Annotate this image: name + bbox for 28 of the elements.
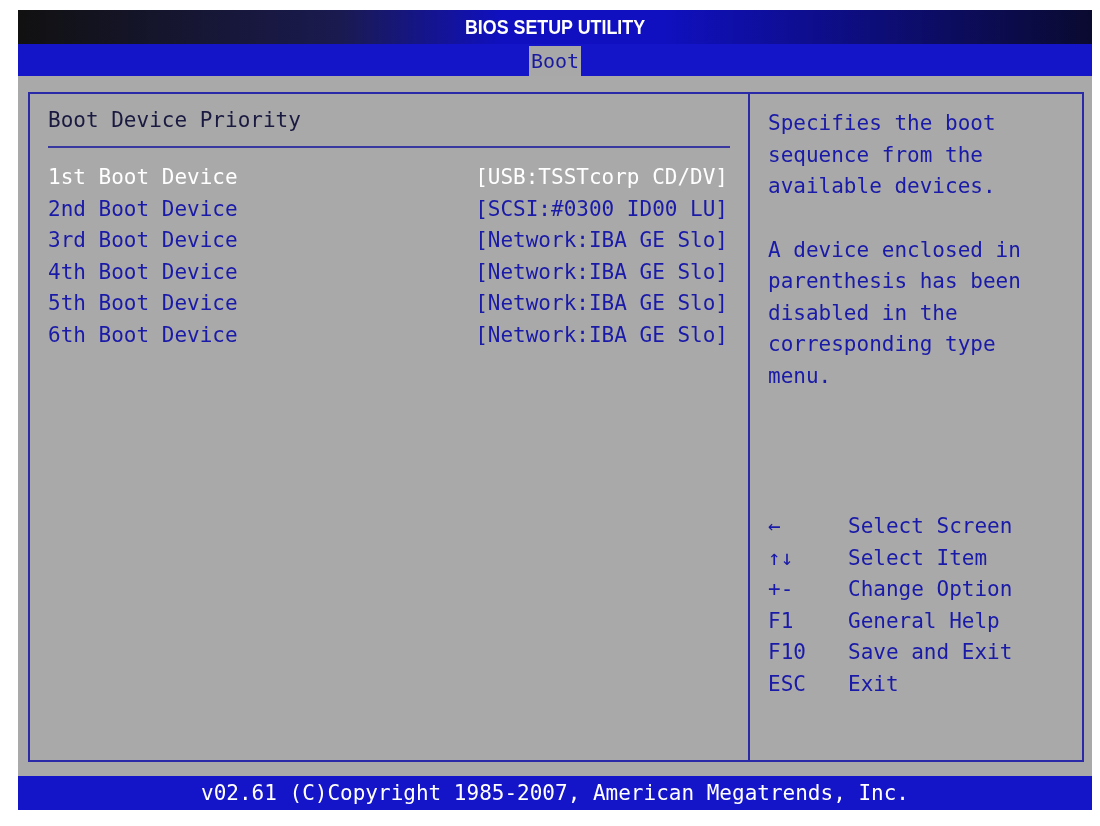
menu-item[interactable]: 3rd Boot Device — [48, 225, 238, 257]
option-value[interactable]: [Network:IBA GE Slo] — [475, 319, 728, 351]
key-action: Select Item — [848, 544, 989, 572]
key-label: F10 — [768, 639, 807, 666]
window-title: BIOS SETUP UTILITY — [464, 15, 646, 39]
option-value[interactable]: [SCSI:#0300 ID00 LU] — [475, 193, 728, 225]
menu-item[interactable]: 2nd Boot Device — [48, 193, 238, 225]
key-label: +- — [768, 576, 795, 603]
tab[interactable]: Boot — [528, 46, 582, 76]
option-value[interactable]: [Network:IBA GE Slo] — [475, 256, 728, 288]
section-title: Boot Device Priority — [48, 108, 730, 148]
menu-item[interactable]: 5th Boot Device — [48, 288, 238, 320]
key-action: General Help — [848, 607, 1001, 635]
key-action: Change Option — [848, 576, 1014, 603]
option-value[interactable]: [Network:IBA GE Slo] — [475, 288, 728, 320]
menu-item[interactable]: 6th Boot Device — [48, 319, 238, 351]
key-label: F1 — [768, 607, 795, 635]
copyright-text: v02.61 (C)Copyright 1985-2007, American Megatrends, Inc. — [201, 781, 909, 805]
help-text: A device enclosed in parenthesis has been disabled in the corresponding type menu. — [768, 236, 1022, 390]
key-label: ESC — [768, 670, 807, 698]
key-label: ↑↓ — [768, 544, 795, 572]
key-action: Exit — [848, 670, 900, 698]
key-action: Select Screen — [848, 513, 1014, 540]
menu-item[interactable]: 4th Boot Device — [48, 256, 238, 288]
help-text: Specifies the boot sequence from the available devices. — [768, 110, 997, 200]
key-label: ← — [768, 513, 782, 540]
key-action: Save and Exit — [848, 639, 1014, 666]
option-value[interactable]: [Network:IBA GE Slo] — [475, 225, 728, 257]
